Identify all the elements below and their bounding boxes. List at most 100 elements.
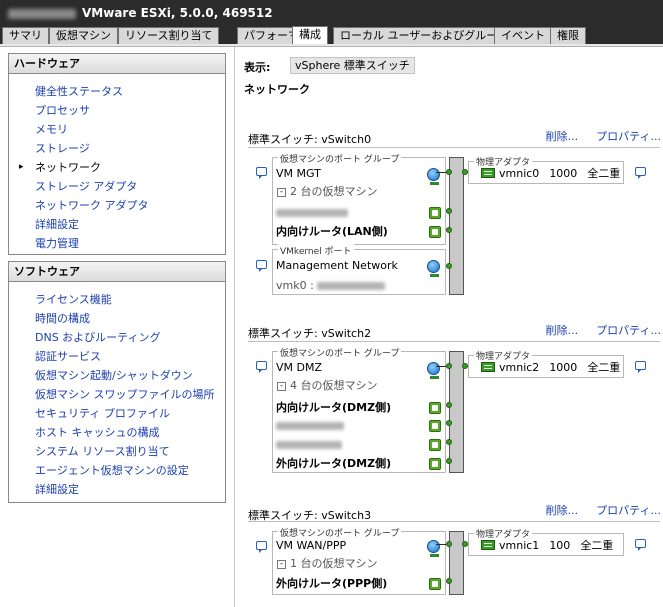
vswitch3-nic-duplex: 全二重 [580,539,614,552]
vswitch2-portgroup-name[interactable]: VM DMZ [273,358,445,377]
nav-host-cache-configuration[interactable]: ホスト キャッシュの構成 [9,423,225,442]
window-title-bar: VMware ESXi, 5.0.0, 469512 [0,0,663,26]
nav-vm-startup-shutdown[interactable]: 仮想マシン起動/シャットダウン [9,366,225,385]
vswitch0-nic-info-icon[interactable] [635,167,646,179]
vswitch0-actions: 削除... プロパティ... [528,128,661,144]
vswitch0-vmk-row: vmk0 : [273,276,445,295]
vswitch3-nic-speed: 100 [549,539,571,552]
tab-summary[interactable]: サマリ [2,27,49,44]
vswitch2-vm-row-3[interactable] [273,435,445,454]
vswitch2-vm-3-icon [429,439,441,451]
vswitch3-port-dot-1 [446,541,452,547]
vswitch0-portgroup-info-icon[interactable] [256,167,267,179]
nav-memory[interactable]: メモリ [9,120,225,139]
view-selector-vsphere-standard-switch[interactable]: vSphere 標準スイッチ [290,57,415,74]
vswitch2-nic-info-icon[interactable] [635,361,646,373]
vswitch3-portgroup-info-icon[interactable] [256,541,267,553]
vswitch2-properties-link[interactable]: プロパティ... [596,324,661,337]
vswitch2-vm-2-icon [429,420,441,432]
vswitch2-nic-name[interactable]: vmnic2 [499,361,539,374]
vswitch2-vm-row-4[interactable]: 外向けルータ(DMZ側) [273,454,445,473]
vswitch0-nic-name[interactable]: vmnic0 [499,167,539,180]
vswitch0-port-dot-5 [446,263,452,269]
vswitch0-properties-link[interactable]: プロパティ... [596,130,661,143]
vswitch3-portgroup-name[interactable]: VM WAN/PPP [273,536,445,555]
tab-permissions[interactable]: 権限 [550,27,586,44]
tab-local-users-groups[interactable]: ローカル ユーザーおよびグループ [333,27,515,44]
nav-licensed-features[interactable]: ライセンス機能 [9,290,225,309]
nav-advanced-settings-hw[interactable]: 詳細設定 [9,215,225,234]
host-name-redacted [8,8,76,19]
vswitch3-vm-portgroup: 仮想マシンのポート グループ VM WAN/PPP - 1 台の仮想マシン 外向… [272,526,446,595]
vswitch2-actions: 削除... プロパティ... [528,322,661,338]
nav-storage[interactable]: ストレージ [9,139,225,158]
vswitch3-vm-1-icon [429,578,441,590]
nav-system-resource-allocation[interactable]: システム リソース割り当て [9,442,225,461]
vswitch2-vm-count: 4 台の仮想マシン [290,379,378,392]
vswitch0-physical-adapter: 物理アダプタ vmnic0 1000 全二重 [468,155,624,184]
nav-processors[interactable]: プロセッサ [9,101,225,120]
nav-security-profile[interactable]: セキュリティ プロファイル [9,404,225,423]
hardware-section-header: ハードウェア [9,54,225,74]
tab-virtual-machines[interactable]: 仮想マシン [49,27,118,44]
nav-authentication-services[interactable]: 認証サービス [9,347,225,366]
vswitch0-nic-speed: 1000 [549,167,578,180]
vswitch2-vm-row-1[interactable]: 内向けルータ(DMZ側) [273,398,445,417]
vswitch2-port-dot-5 [446,439,452,445]
vswitch0-vm-1-redacted [276,209,348,217]
vswitch2-title: 標準スイッチ: vSwitch2 [248,327,372,340]
vswitch0-nic-duplex: 全二重 [587,167,621,180]
vswitch2-remove-link[interactable]: 削除... [546,324,579,337]
vswitch0-vm-2-icon [429,226,441,238]
vswitch0-vmkernel-info-icon[interactable] [256,260,267,272]
vswitch2-vm-row-2[interactable] [273,416,445,435]
vswitch0-portgroup-name[interactable]: VM MGT [273,164,445,183]
vswitch3-nic-name[interactable]: vmnic1 [499,539,539,552]
vswitch0-vm-1-icon [429,207,441,219]
vswitch0-separator [248,147,660,148]
vswitch3-switch-bar [449,531,464,595]
vswitch0-vmkernel-name[interactable]: Management Network [273,256,445,275]
vswitch3-remove-link[interactable]: 削除... [546,504,579,517]
vswitch0-remove-link[interactable]: 削除... [546,130,579,143]
tab-configuration[interactable]: 構成 [292,26,328,44]
vswitch2-port-dot-6 [446,458,452,464]
nav-power-management[interactable]: 電力管理 [9,234,225,253]
vswitch0-portgroup-globe-icon [427,168,440,185]
vswitch2-nic-icon [481,362,495,372]
vswitch2-portgroup-info-icon[interactable] [256,361,267,373]
tab-events[interactable]: イベント [494,27,552,44]
vswitch0-vmkernel-globe-icon [427,260,440,277]
nav-health-status[interactable]: 健全性ステータス [9,82,225,101]
vswitch0-vmk-ip-redacted [317,282,386,290]
vswitch2-nic-duplex: 全二重 [587,361,621,374]
vswitch0-vmkernel-portgroup: VMkernel ポート Management Network vmk0 : [272,244,446,295]
vswitch3-nic-info-icon[interactable] [635,539,646,551]
tab-resource-allocation[interactable]: リソース割り当て [118,27,220,44]
vswitch2-separator [248,341,660,342]
nav-dns-routing[interactable]: DNS およびルーティング [9,328,225,347]
vswitch2-vm-3-redacted [276,441,342,449]
nav-agent-vm-settings[interactable]: エージェント仮想マシンの設定 [9,461,225,480]
vswitch2-nic-speed: 1000 [549,361,578,374]
nav-vm-swapfile-location[interactable]: 仮想マシン スワップファイルの場所 [9,385,225,404]
vswitch3-vm-row-1[interactable]: 外向けルータ(PPP側) [273,574,445,593]
nav-storage-adapters[interactable]: ストレージ アダプタ [9,177,225,196]
vswitch2-physical-adapter: 物理アダプタ vmnic2 1000 全二重 [468,349,624,378]
vswitch2-vm-2-redacted [276,422,344,430]
nav-networking[interactable]: ネットワーク [9,158,225,177]
vswitch3-actions: 削除... プロパティ... [528,502,661,518]
vswitch3-vm-count: 1 台の仮想マシン [290,557,378,570]
vswitch3-properties-link[interactable]: プロパティ... [596,504,661,517]
vswitch0-port-dot-4 [446,227,452,233]
networking-content: 表示: vSphere 標準スイッチ ネットワーク 標準スイッチ: vSwitc… [236,47,663,607]
vswitch3-physical-adapter: 物理アダプタ vmnic1 100 全二重 [468,527,624,556]
nav-time-configuration[interactable]: 時間の構成 [9,309,225,328]
vswitch3-separator [248,521,660,522]
vswitch0-vm-row-1[interactable] [273,203,445,222]
window-title: VMware ESXi, 5.0.0, 469512 [82,6,273,20]
nav-network-adapters[interactable]: ネットワーク アダプタ [9,196,225,215]
nav-advanced-settings-sw[interactable]: 詳細設定 [9,480,225,499]
vswitch0-vm-row-2[interactable]: 内向けルータ(LAN側) [273,222,445,241]
vswitch2-vm-portgroup: 仮想マシンのポート グループ VM DMZ - 4 台の仮想マシン 内向けルータ… [272,346,446,473]
